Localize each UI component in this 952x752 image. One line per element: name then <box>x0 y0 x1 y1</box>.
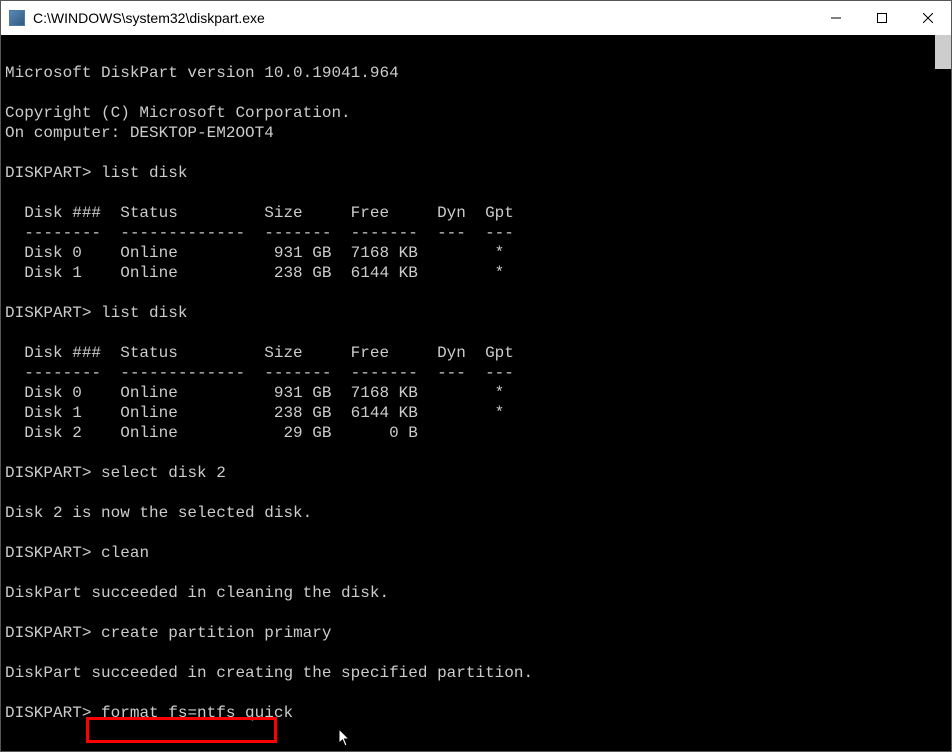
diskpart-window: C:\WINDOWS\system32\diskpart.exe Microso… <box>0 0 952 752</box>
msg-selected: Disk 2 is now the selected disk. <box>5 504 312 522</box>
close-button[interactable] <box>905 1 951 35</box>
scrollbar-thumb[interactable] <box>935 35 951 69</box>
cmd-list-disk: list disk <box>101 164 187 182</box>
table-divider: -------- ------------- ------- ------- -… <box>5 364 514 382</box>
msg-partition-ok: DiskPart succeeded in creating the speci… <box>5 664 533 682</box>
prompt: DISKPART> <box>5 164 91 182</box>
cmd-create-partition: create partition primary <box>101 624 331 642</box>
table-row: Disk 0 Online 931 GB 7168 KB * <box>5 244 504 262</box>
msg-clean-ok: DiskPart succeeded in cleaning the disk. <box>5 584 389 602</box>
prompt: DISKPART> <box>5 624 91 642</box>
cmd-select-disk: select disk 2 <box>101 464 226 482</box>
titlebar[interactable]: C:\WINDOWS\system32\diskpart.exe <box>1 1 951 35</box>
cmd-format: format fs=ntfs quick <box>101 704 293 722</box>
window-title: C:\WINDOWS\system32\diskpart.exe <box>33 10 265 26</box>
console-output[interactable]: Microsoft DiskPart version 10.0.19041.96… <box>1 35 951 751</box>
table-header: Disk ### Status Size Free Dyn Gpt <box>5 204 514 222</box>
prompt: DISKPART> <box>5 304 91 322</box>
table-row: Disk 1 Online 238 GB 6144 KB * <box>5 264 504 282</box>
prompt: DISKPART> <box>5 544 91 562</box>
maximize-button[interactable] <box>859 1 905 35</box>
table-row: Disk 1 Online 238 GB 6144 KB * <box>5 404 504 422</box>
cmd-list-disk: list disk <box>101 304 187 322</box>
table-header: Disk ### Status Size Free Dyn Gpt <box>5 344 514 362</box>
minimize-button[interactable] <box>813 1 859 35</box>
maximize-icon <box>877 13 887 23</box>
prompt: DISKPART> <box>5 464 91 482</box>
app-icon <box>9 10 25 26</box>
computer-line: On computer: DESKTOP-EM2OOT4 <box>5 124 274 142</box>
table-row: Disk 2 Online 29 GB 0 B <box>5 424 418 442</box>
table-row: Disk 0 Online 931 GB 7168 KB * <box>5 384 504 402</box>
copyright-line: Copyright (C) Microsoft Corporation. <box>5 104 351 122</box>
minimize-icon <box>831 13 841 23</box>
close-icon <box>923 13 933 23</box>
table-divider: -------- ------------- ------- ------- -… <box>5 224 514 242</box>
cmd-clean: clean <box>101 544 149 562</box>
version-line: Microsoft DiskPart version 10.0.19041.96… <box>5 64 399 82</box>
prompt: DISKPART> <box>5 704 91 722</box>
